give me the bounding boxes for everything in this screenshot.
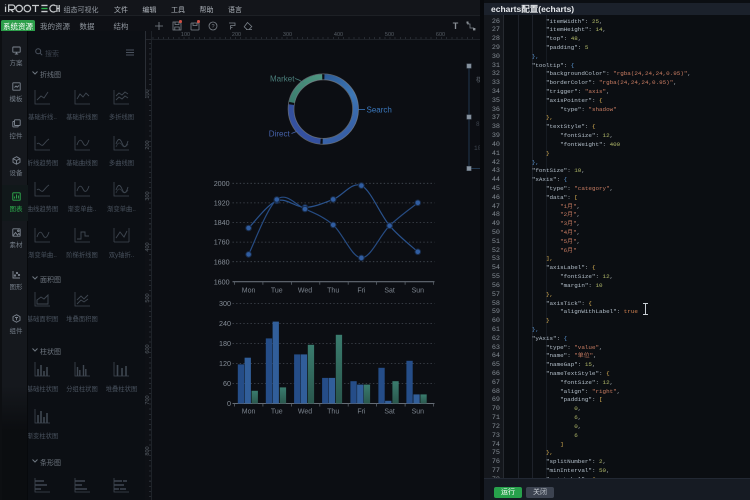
svg-text:120: 120 xyxy=(219,359,231,368)
svg-text:Tue: Tue xyxy=(271,287,283,294)
svg-text:300: 300 xyxy=(219,299,231,308)
svg-text:1680: 1680 xyxy=(214,257,230,266)
svg-text:Direct: Direct xyxy=(269,130,291,139)
svg-text:Thu: Thu xyxy=(327,287,339,294)
svg-text:1600: 1600 xyxy=(214,277,230,286)
svg-text:1920: 1920 xyxy=(214,199,230,208)
svg-text:Fri: Fri xyxy=(357,287,366,294)
svg-text:0: 0 xyxy=(227,399,231,408)
svg-text:Search: Search xyxy=(367,105,392,114)
svg-text:Wed: Wed xyxy=(298,287,312,294)
svg-text:Sun: Sun xyxy=(412,408,425,415)
svg-text:Sat: Sat xyxy=(384,408,395,415)
svg-text:Wed: Wed xyxy=(298,408,312,415)
svg-text:Sat: Sat xyxy=(384,287,395,294)
svg-text:1840: 1840 xyxy=(214,218,230,227)
svg-text:Fri: Fri xyxy=(357,408,366,415)
svg-text:180: 180 xyxy=(219,339,231,348)
svg-text:?: ? xyxy=(211,24,214,30)
svg-text:240: 240 xyxy=(219,319,231,328)
svg-text:Mon: Mon xyxy=(242,287,256,294)
svg-text:Sun: Sun xyxy=(412,287,425,294)
svg-text:Mon: Mon xyxy=(242,408,256,415)
svg-text:Thu: Thu xyxy=(327,408,339,415)
svg-text:2000: 2000 xyxy=(214,179,230,188)
svg-text:Tue: Tue xyxy=(271,408,283,415)
svg-text:60: 60 xyxy=(223,379,231,388)
svg-text:1760: 1760 xyxy=(214,238,230,247)
svg-text:Market: Market xyxy=(270,75,295,84)
